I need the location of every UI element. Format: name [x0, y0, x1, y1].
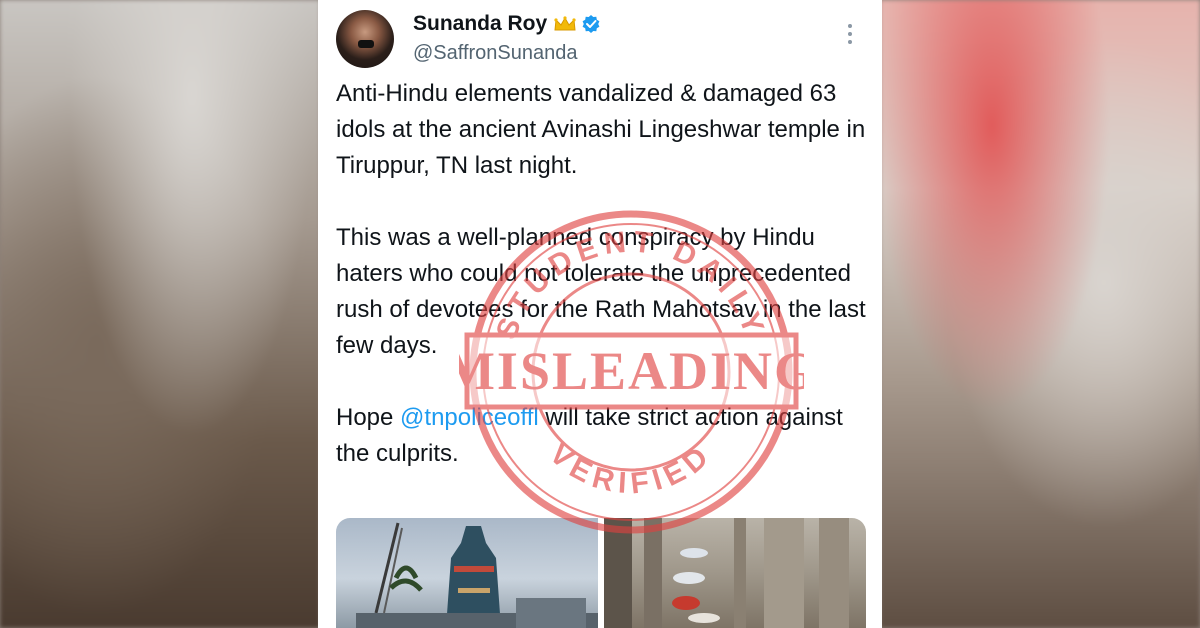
more-options-icon[interactable] — [846, 22, 854, 46]
tweet-card: Sunanda Roy @SaffronSunanda Anti-Hindu e… — [318, 0, 882, 628]
tweet-paragraph-3-prefix: Hope — [336, 404, 401, 431]
verified-icon — [582, 15, 600, 33]
avatar-mask-detail — [358, 40, 374, 48]
crown-icon — [554, 16, 576, 31]
tweet-image-damaged-idols[interactable] — [604, 518, 866, 628]
idols-image-graphic — [604, 518, 849, 628]
author-row: Sunanda Roy — [413, 12, 601, 36]
avatar[interactable] — [336, 10, 394, 68]
mention-link[interactable]: @tnpoliceoffl — [400, 404, 539, 431]
tweet-paragraph-3: Hope @tnpoliceoffl will take strict acti… — [336, 400, 866, 472]
user-handle[interactable]: @SaffronSunanda — [413, 42, 578, 65]
background-left-panel — [0, 0, 320, 628]
display-name[interactable]: Sunanda Roy — [413, 12, 547, 36]
tweet-paragraph-1: Anti-Hindu elements vandalized & damaged… — [336, 80, 866, 179]
tweet-image-temple[interactable] — [336, 518, 598, 628]
tweet-paragraph-2: This was a well-planned conspiracy by Hi… — [336, 224, 866, 359]
background-right-panel — [880, 0, 1200, 628]
tweet-body: Anti-Hindu elements vandalized & damaged… — [336, 76, 866, 508]
temple-image-graphic — [356, 522, 598, 628]
